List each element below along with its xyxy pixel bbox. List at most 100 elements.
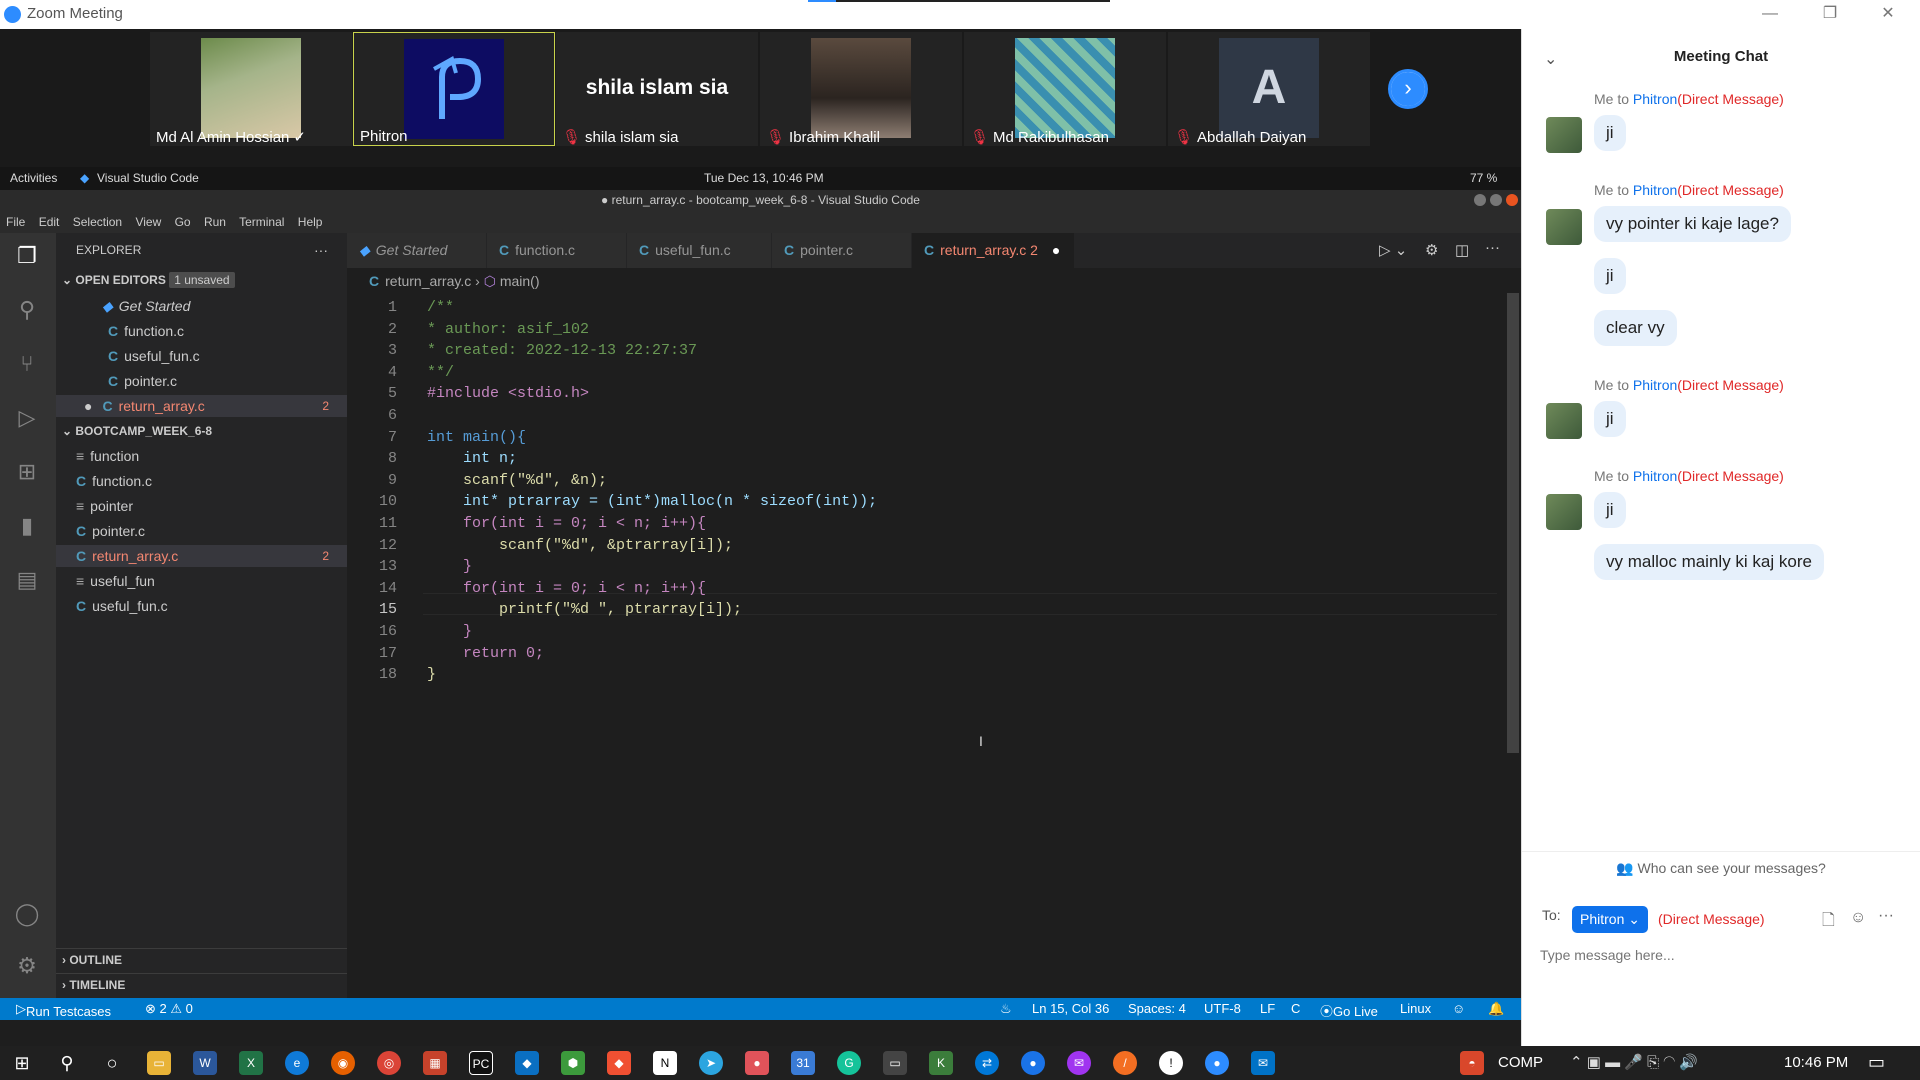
go-live-button[interactable]: ⦿ Go Live	[1320, 1001, 1378, 1020]
messenger-icon[interactable]: ✉	[1067, 1051, 1091, 1075]
recipient-dropdown[interactable]: Phitron ⌄	[1572, 906, 1648, 933]
next-page-button[interactable]: ›	[1388, 69, 1428, 109]
terminal-icon[interactable]: ▭	[883, 1051, 907, 1075]
file-item[interactable]: Cuseful_fun.c	[56, 595, 347, 617]
split-editor-icon[interactable]: ◫	[1455, 241, 1469, 259]
open-editor-item-active[interactable]: ● Creturn_array.c 2	[56, 395, 347, 417]
restore-button[interactable]: ❐	[1810, 2, 1850, 26]
notebook-icon[interactable]: ▤	[12, 567, 42, 597]
open-editor-item[interactable]: Cpointer.c	[56, 370, 347, 392]
minimize-button[interactable]: —	[1750, 2, 1790, 26]
emoji-icon[interactable]: ☺	[1850, 909, 1866, 927]
run-debug-icon[interactable]: ▷	[12, 405, 42, 435]
maps-icon[interactable]: ●	[1021, 1051, 1045, 1075]
firefox-icon[interactable]: ◉	[331, 1051, 355, 1075]
zoom-icon[interactable]: ●	[1205, 1051, 1229, 1075]
breadcrumb-file[interactable]: return_array.c	[385, 273, 471, 289]
cursor-position[interactable]: Ln 15, Col 36	[1032, 1001, 1109, 1016]
app-icon[interactable]: !	[1159, 1051, 1183, 1075]
maximize-icon[interactable]	[1490, 194, 1502, 206]
problems-indicator[interactable]: ⊗ 2 ⚠ 0	[145, 1001, 193, 1017]
open-editor-item[interactable]: Cfunction.c	[56, 320, 347, 342]
participant-tile[interactable]: 🎙 Ibrahim Khalil	[760, 32, 962, 146]
feedback-icon[interactable]: ☺	[1452, 1001, 1465, 1016]
file-item[interactable]: Cfunction.c	[56, 470, 347, 492]
notification-icon[interactable]: ▭	[1868, 1052, 1885, 1073]
node-icon[interactable]: ⬢	[561, 1051, 585, 1075]
more-actions-icon[interactable]: ···	[314, 239, 334, 261]
menu-selection[interactable]: Selection	[73, 215, 122, 229]
message-input[interactable]	[1540, 943, 1900, 967]
menu-file[interactable]: File	[6, 215, 25, 229]
flame-icon[interactable]: ♨	[1000, 1001, 1012, 1017]
file-item[interactable]: Cpointer.c	[56, 520, 347, 542]
edge-icon[interactable]: e	[285, 1051, 309, 1075]
app-icon[interactable]: ⇄	[975, 1051, 999, 1075]
mail-icon[interactable]: ✉	[1251, 1051, 1275, 1075]
file-item[interactable]: ≡ pointer	[56, 495, 347, 517]
minimize-icon[interactable]	[1474, 194, 1486, 206]
excel-icon[interactable]: X	[239, 1051, 263, 1075]
pycharm-icon[interactable]: PC	[469, 1051, 493, 1075]
outline-header[interactable]: › OUTLINE	[56, 948, 347, 970]
chrome-icon[interactable]: ◎	[377, 1051, 401, 1075]
file-icon[interactable]: 🗋	[1822, 909, 1835, 936]
notion-icon[interactable]: N	[653, 1051, 677, 1075]
more-icon[interactable]: ···	[1485, 239, 1500, 256]
battery-status[interactable]: 77 %	[1470, 171, 1497, 185]
app-icon[interactable]: K	[929, 1051, 953, 1075]
participant-tile[interactable]: A 🎙 Abdallah Daiyan	[1168, 32, 1370, 146]
tab-pointer[interactable]: Cpointer.c	[772, 233, 912, 268]
search-icon[interactable]: ⚲	[55, 1051, 79, 1075]
explorer-icon[interactable]: ❐	[12, 243, 42, 273]
menu-terminal[interactable]: Terminal	[239, 215, 284, 229]
project-folder-header[interactable]: ⌄ BOOTCAMP_WEEK_6-8	[56, 420, 347, 442]
participant-tile[interactable]: 🎙 Md Rakibulhasan	[964, 32, 1166, 146]
breadcrumb-symbol[interactable]: main()	[500, 273, 540, 289]
clock[interactable]: Tue Dec 13, 10:46 PM	[704, 171, 824, 185]
code-area[interactable]: 1/** 2 * author: asif_102 3 * created: 202…	[347, 297, 1497, 987]
participant-tile[interactable]: Md Al Amin Hossian ✓	[150, 32, 352, 146]
open-editor-item[interactable]: ◆ Get Started	[56, 295, 347, 317]
open-editors-header[interactable]: ⌄ OPEN EDITORS 1 unsaved	[56, 269, 347, 291]
vscode-icon[interactable]: ◆	[515, 1051, 539, 1075]
app-icon[interactable]: /	[1113, 1051, 1137, 1075]
close-icon[interactable]	[1506, 194, 1518, 206]
grammarly-icon[interactable]: G	[837, 1051, 861, 1075]
tab-return-array[interactable]: Creturn_array.c 2 ●	[912, 233, 1075, 268]
participant-tile[interactable]: shila islam sia 🎙 shila islam sia	[556, 32, 758, 146]
activities-button[interactable]: Activities	[10, 171, 57, 185]
windows-start-icon[interactable]: ⊞	[10, 1051, 34, 1075]
who-can-see-link[interactable]: 👥 Who can see your messages?	[1522, 860, 1920, 877]
bell-icon[interactable]: 🔔	[1488, 1001, 1504, 1017]
scrollbar[interactable]	[1507, 293, 1519, 753]
app-icon[interactable]: ▦	[423, 1051, 447, 1075]
settings-icon[interactable]: ⚙	[1425, 241, 1438, 259]
account-icon[interactable]: ◯	[12, 901, 42, 931]
app-menu[interactable]: Visual Studio Code	[97, 171, 199, 185]
system-tray-icons[interactable]: ⌃ ▣ ▬ 🎤 ⎘ ◠ 🔊	[1570, 1053, 1698, 1071]
tab-get-started[interactable]: ◆ Get Started	[347, 233, 487, 268]
telegram-icon[interactable]: ➤	[699, 1051, 723, 1075]
chart-icon[interactable]: ▮	[12, 513, 42, 543]
os-indicator[interactable]: Linux	[1400, 1001, 1431, 1016]
open-editor-item[interactable]: Cuseful_fun.c	[56, 345, 347, 367]
file-explorer-icon[interactable]: ▭	[147, 1051, 171, 1075]
app-icon[interactable]: ●	[745, 1051, 769, 1075]
tab-useful-fun[interactable]: Cuseful_fun.c	[627, 233, 772, 268]
file-item[interactable]: ≡ useful_fun	[56, 570, 347, 592]
line-ending[interactable]: LF	[1260, 1001, 1275, 1016]
timeline-header[interactable]: › TIMELINE	[56, 973, 347, 995]
gear-icon[interactable]: ⚙	[12, 953, 42, 983]
file-item[interactable]: ≡ function	[56, 445, 347, 467]
calendar-icon[interactable]: 31	[791, 1051, 815, 1075]
taskbar-clock[interactable]: 10:46 PM	[1784, 1054, 1848, 1071]
language-mode[interactable]: C	[1291, 1001, 1300, 1016]
file-item-active[interactable]: Creturn_array.c 2	[56, 545, 347, 567]
menu-run[interactable]: Run	[204, 215, 226, 229]
close-button[interactable]: ✕	[1868, 2, 1908, 26]
run-testcases-button[interactable]: ▷ Run Testcases	[16, 1001, 111, 1019]
source-control-icon[interactable]: ⑂	[12, 351, 42, 381]
more-options-icon[interactable]: ···	[1878, 907, 1894, 925]
run-icon[interactable]: ▷ ⌄	[1379, 241, 1407, 259]
